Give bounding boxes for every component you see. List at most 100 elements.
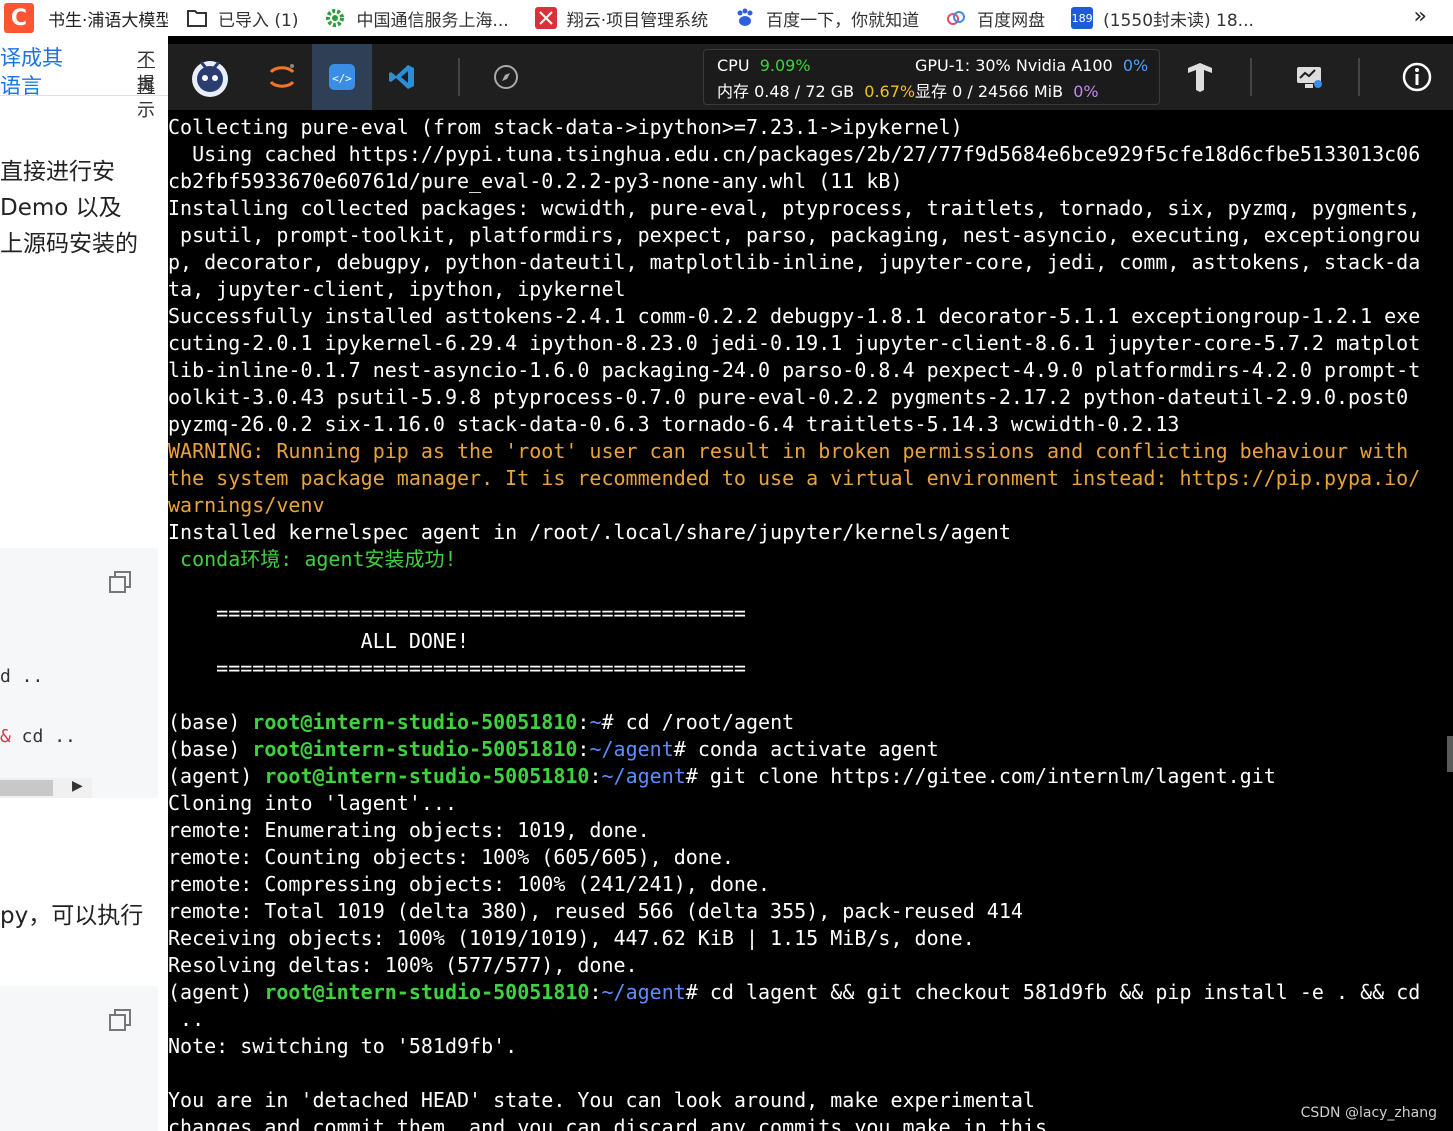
divider-rule: ========================================… [168,656,746,680]
code-text: cd .. [10,726,76,747]
terminal-line: Successfully installed asttokens-2.4.1 c… [168,304,1421,328]
terminal-line: remote: Compressing objects: 100% (241/2… [168,872,771,896]
scroll-right-icon[interactable]: ▶ [72,778,83,794]
bookmark-label: 百度一下，你就知道 [766,10,920,31]
cpu-value: 9.09% [759,56,811,75]
bookmark-baidu-pan[interactable]: 百度网盘 [945,0,1045,36]
terminal-line: remote: Total 1019 (delta 380), reused 5… [168,899,1023,923]
translate-banner: 译成其 语言 不再 提示 [0,36,168,121]
terminal-line: cuting-2.0.1 ipykernel-6.29.4 ipython-8.… [168,331,1421,355]
info-icon[interactable] [1387,44,1447,110]
translate-text[interactable]: 译成其 [0,42,63,72]
terminal-line: Collecting pure-eval (from stack-data->i… [168,115,963,139]
paw-icon [734,7,756,29]
article-panel: 译成其 语言 不再 提示 直接进行安 Demo 以及 上源码安装的 d .. &… [0,36,168,1131]
tab-title: 书生·浦语大模型 [48,10,168,31]
terminal-line: ta, jupyter-client, ipython, ipykernel [168,277,626,301]
terminal-line: remote: Enumerating objects: 1019, done. [168,818,650,842]
terminal-line: psutil, prompt-toolkit, platformdirs, pe… [168,223,1421,247]
bookmark-baidu[interactable]: 百度一下，你就知道 [734,0,919,36]
copy-icon[interactable] [108,1008,132,1032]
code-line: & cd .. [0,726,76,747]
vertical-scrollbar[interactable] [1447,736,1453,772]
prompt-command: # cd lagent && git checkout 581d9fb && p… [685,980,1421,1004]
memory-percent: 0.67% [864,82,916,101]
prompt-line: (agent) root@intern-studio-50051810:~/ag… [168,980,1421,1004]
prompt-command: # cd /root/agent [601,710,795,734]
gpu-stat: GPU-1: 30% Nvidia A100 0% [915,56,1148,75]
article-text: py，可以执行 [0,903,144,929]
svg-text:</>: </> [332,72,352,85]
terminal-line: cb2fbf5933670e60761d/pure_eval-0.2.2-py3… [168,169,903,193]
toolbar-divider [458,58,460,96]
bookmark-label: 中国通信服务上海... [356,10,509,31]
terminal-line: Receiving objects: 100% (1019/1019), 447… [168,926,975,950]
prompt-env: (agent) [168,764,265,788]
warning-line: the system package manager. It is recomm… [168,466,1421,490]
terminal-output[interactable]: Collecting pure-eval (from stack-data->i… [168,112,1453,1131]
prompt-env: (agent) [168,980,265,1004]
terminal-line: Installed kernelspec agent in /root/.loc… [168,520,1011,544]
bookmark-label: 已导入 (1) [218,10,299,31]
code-server-icon[interactable]: </> [312,44,372,110]
vram-label: 显存 0 / 24566 MiB [915,82,1064,101]
gpu-label: GPU-1: 30% Nvidia A100 [915,56,1113,75]
tensorflow-icon[interactable] [1170,44,1230,110]
browser-tab[interactable]: C 书生·浦语大模型 [0,0,168,36]
jupyter-icon[interactable] [252,44,312,110]
prompt-command: # conda activate agent [673,737,939,761]
memory-label: 内存 0.48 / 72 GB [717,82,855,101]
cpu-stat: CPU 9.09% [717,56,811,75]
prompt-path: ~ [589,710,602,734]
vscode-icon[interactable] [372,44,432,110]
vram-percent: 0% [1073,82,1099,101]
terminal-line: Note: switching to '581d9fb'. [168,1034,518,1058]
all-done-line: ALL DONE! [168,629,470,653]
prompt-line: (base) root@intern-studio-50051810:~/age… [168,737,939,761]
bookmarks-bar: C 书生·浦语大模型 已导入 (1) 中国通信服务上海... 翔云·项目管理系统 [0,0,1453,36]
code-line: d .. [0,666,44,687]
prompt-path: ~/agent [601,980,686,1004]
watermark: CSDN @lacy_zhang [1300,1105,1437,1121]
warning-line: warnings/venv [168,493,325,517]
prompt-command: # git clone https://gitee.com/internlm/l… [685,764,1276,788]
terminal-line: oolkit-3.0.43 psutil-5.9.8 ptyprocess-0.… [168,385,1409,409]
more-bookmarks-button[interactable]: » [1414,4,1427,29]
terminal-line: Installing collected packages: wcwidth, … [168,196,1421,220]
terminal-line: remote: Counting objects: 100% (605/605)… [168,845,734,869]
article-text: 直接进行安 [0,159,115,185]
monitor-icon[interactable] [1279,44,1339,110]
terminal-line: Using cached https://pypi.tuna.tsinghua.… [168,142,1421,166]
gpu-percent: 0% [1122,56,1149,75]
prompt-user: root@intern-studio-50051810 [252,710,578,734]
csdn-logo-icon: C [4,3,34,33]
bookmark-china-comservice[interactable]: 中国通信服务上海... [324,0,509,36]
terminal-line: You are in 'detached HEAD' state. You ca… [168,1088,1035,1112]
toolbar-divider [1250,58,1252,96]
bookmark-imported[interactable]: 已导入 (1) [186,0,298,36]
terminal-line: lib-inline-0.1.7 nest-asyncio-1.6.0 pack… [168,358,1421,382]
bookmark-label: 百度网盘 [977,10,1046,31]
terminal-line: Resolving deltas: 100% (577/577), done. [168,953,638,977]
translate-text[interactable]: 语言 [0,70,42,100]
prompt-env: (base) [168,737,253,761]
mascot-logo-icon[interactable] [180,44,240,110]
terminal-line: Cloning into 'lagent'... [168,791,457,815]
code-block [0,986,158,1131]
compass-icon[interactable] [476,44,536,110]
warning-line: WARNING: Running pip as the 'root' user … [168,439,1409,463]
ide-toolbar: </> CPU 9.09% 内存 0.48 / 72 GB 0.67% GPU-… [168,44,1453,110]
terminal-window: </> CPU 9.09% 内存 0.48 / 72 GB 0.67% GPU-… [168,36,1453,1131]
bookmark-189-mail[interactable]: 189 (1550封未读) 18... [1071,0,1254,36]
prompt-user: root@intern-studio-50051810 [252,737,578,761]
toolbar-divider [1358,58,1360,96]
mail-icon: 189 [1071,7,1094,29]
bookmark-xiangyun[interactable]: 翔云·项目管理系统 [534,0,708,36]
horizontal-scrollbar[interactable]: ▶ [0,778,92,798]
prompt-path: ~/agent [601,764,686,788]
cloud-icon [945,7,967,29]
cpu-label: CPU [717,56,750,75]
copy-icon[interactable] [108,570,132,594]
scroll-thumb[interactable] [0,780,53,796]
code-block: d .. & cd .. [0,548,158,798]
